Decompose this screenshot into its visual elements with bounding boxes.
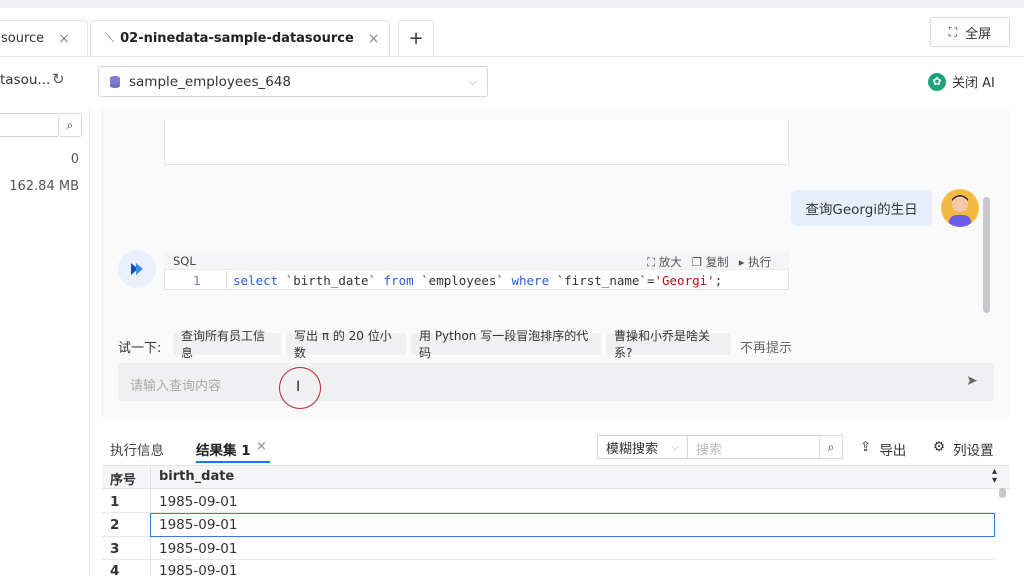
- run-button[interactable]: ▸ 执行: [739, 254, 771, 270]
- column-header-index: 序号: [110, 473, 137, 488]
- run-label: 执行: [748, 255, 772, 269]
- dismiss-suggestions-link[interactable]: 不再提示: [740, 337, 792, 356]
- sql-line-number: 1: [193, 273, 201, 288]
- left-size: 162.84 MB: [9, 179, 79, 194]
- close-icon[interactable]: ×: [58, 31, 70, 47]
- search-mode-value: 模糊搜索: [606, 441, 659, 457]
- previous-message-block: [164, 120, 789, 165]
- selected-cell[interactable]: [150, 513, 995, 537]
- add-tab-button[interactable]: +: [398, 20, 434, 56]
- chevron-down-icon: ⌵: [468, 74, 477, 88]
- sql-keyword: select: [233, 273, 279, 288]
- zoom-label: 放大: [658, 255, 682, 269]
- row-index: 4: [110, 563, 120, 579]
- tab-label: source: [1, 31, 45, 46]
- sql-identifier: `first_name`=: [549, 273, 655, 288]
- connection-icon: ⟍: [105, 31, 115, 46]
- sql-punct: ;: [714, 273, 723, 288]
- text-cursor-icon: I: [296, 379, 301, 395]
- row-index: 2: [110, 517, 120, 533]
- suggestion-chip[interactable]: 用 Python 写一段冒泡排序的代码: [411, 329, 601, 360]
- sql-label: SQL: [173, 254, 196, 268]
- suggestions-label: 试一下:: [118, 341, 162, 356]
- export-icon: ⇪: [860, 439, 872, 455]
- tab-active-datasource[interactable]: ⟍ 02-ninedata-sample-datasource ×: [90, 20, 390, 56]
- database-select[interactable]: sample_employees_648 ⌵: [98, 66, 488, 97]
- fullscreen-button[interactable]: ⛶ 全屏: [930, 17, 1010, 47]
- sql-identifier: `birth_date`: [278, 273, 384, 288]
- sql-string: 'Georgi': [654, 273, 715, 288]
- table-cell[interactable]: 1985-09-01: [159, 563, 237, 579]
- send-icon[interactable]: ➤: [966, 373, 978, 389]
- suggestion-chip[interactable]: 曹操和小乔是啥关系?: [606, 329, 731, 360]
- table-scrollbar[interactable]: [999, 488, 1006, 498]
- row-index: 1: [110, 494, 120, 510]
- result-search-placeholder: 搜索: [696, 443, 723, 458]
- search-mode-select[interactable]: 模糊搜索 ⌵: [597, 435, 688, 459]
- ninedata-logo-icon: [131, 263, 143, 275]
- sql-keyword: where: [511, 273, 550, 288]
- active-tab-underline: [196, 461, 270, 463]
- tab-execution-info[interactable]: 执行信息: [110, 439, 164, 459]
- export-label: 导出: [879, 443, 907, 459]
- row-index: 3: [110, 541, 120, 557]
- copy-button[interactable]: ❐ 复制: [692, 254, 729, 270]
- column-header-birth-date[interactable]: birth_date: [159, 469, 234, 484]
- expand-icon: ⛶: [647, 255, 656, 269]
- column-settings-label: 列设置: [953, 443, 994, 459]
- sort-icon[interactable]: ▴ ▾: [992, 467, 997, 486]
- table-cell[interactable]: 1985-09-01: [159, 494, 237, 510]
- close-ai-button[interactable]: ✿ 关闭 AI: [928, 72, 995, 91]
- user-avatar: [941, 189, 979, 227]
- copy-label: 复制: [705, 255, 729, 269]
- ai-avatar: [118, 250, 156, 288]
- search-icon[interactable]: ⌕: [58, 113, 82, 137]
- copy-icon: ❐: [691, 255, 703, 269]
- expand-icon: ⛶: [948, 24, 958, 39]
- refresh-icon[interactable]: ↻: [52, 70, 65, 88]
- table-cell[interactable]: 1985-09-01: [159, 517, 237, 533]
- chevron-down-icon: ⌵: [671, 441, 679, 453]
- result-search-input[interactable]: 搜索: [688, 435, 820, 459]
- ai-logo-icon: ✿: [928, 72, 946, 91]
- left-count: 0: [70, 152, 79, 167]
- datasource-label: tasou...: [0, 72, 51, 88]
- tab-label: 02-ninedata-sample-datasource: [120, 31, 354, 46]
- close-ai-label: 关闭 AI: [952, 76, 995, 91]
- zoom-button[interactable]: ⛶ 放大: [647, 254, 682, 270]
- sql-keyword: from: [383, 273, 414, 288]
- user-message-bubble: 查询Georgi的生日: [791, 190, 932, 226]
- tab-datasource-prev[interactable]: source ×: [0, 20, 88, 56]
- table-header: [102, 465, 1010, 489]
- suggestion-chip[interactable]: 查询所有员工信息: [173, 329, 281, 360]
- tab-result-set[interactable]: 结果集 1: [196, 439, 251, 459]
- database-select-value: sample_employees_648: [129, 73, 292, 90]
- chat-input-placeholder: 请输入查询内容: [130, 379, 222, 394]
- suggestion-chip[interactable]: 写出 π 的 20 位小数: [286, 329, 406, 360]
- row-divider: [102, 559, 995, 560]
- window-top-strip: [0, 0, 1024, 8]
- search-icon[interactable]: ⌕: [819, 435, 843, 459]
- play-icon: ▸: [738, 255, 745, 269]
- sql-identifier: `employees`: [413, 273, 512, 288]
- sql-actions: ⛶ 放大 ❐ 复制 ▸ 执行: [647, 254, 771, 270]
- gutter-divider: [226, 271, 227, 289]
- avatar-icon: [949, 195, 971, 227]
- column-settings-button[interactable]: ⚙ 列设置: [933, 439, 994, 459]
- chat-input[interactable]: [118, 363, 994, 401]
- left-search-input[interactable]: [0, 113, 58, 137]
- fullscreen-label: 全屏: [965, 26, 992, 42]
- close-icon[interactable]: ×: [256, 439, 267, 454]
- export-button[interactable]: ⇪ 导出: [860, 439, 906, 459]
- close-icon[interactable]: ×: [368, 31, 380, 47]
- chat-scrollbar[interactable]: [983, 197, 990, 313]
- gear-icon: ⚙: [933, 439, 946, 455]
- database-icon: [110, 75, 120, 88]
- table-cell[interactable]: 1985-09-01: [159, 541, 237, 557]
- sql-code-line[interactable]: select `birth_date` from `employees` whe…: [233, 273, 722, 288]
